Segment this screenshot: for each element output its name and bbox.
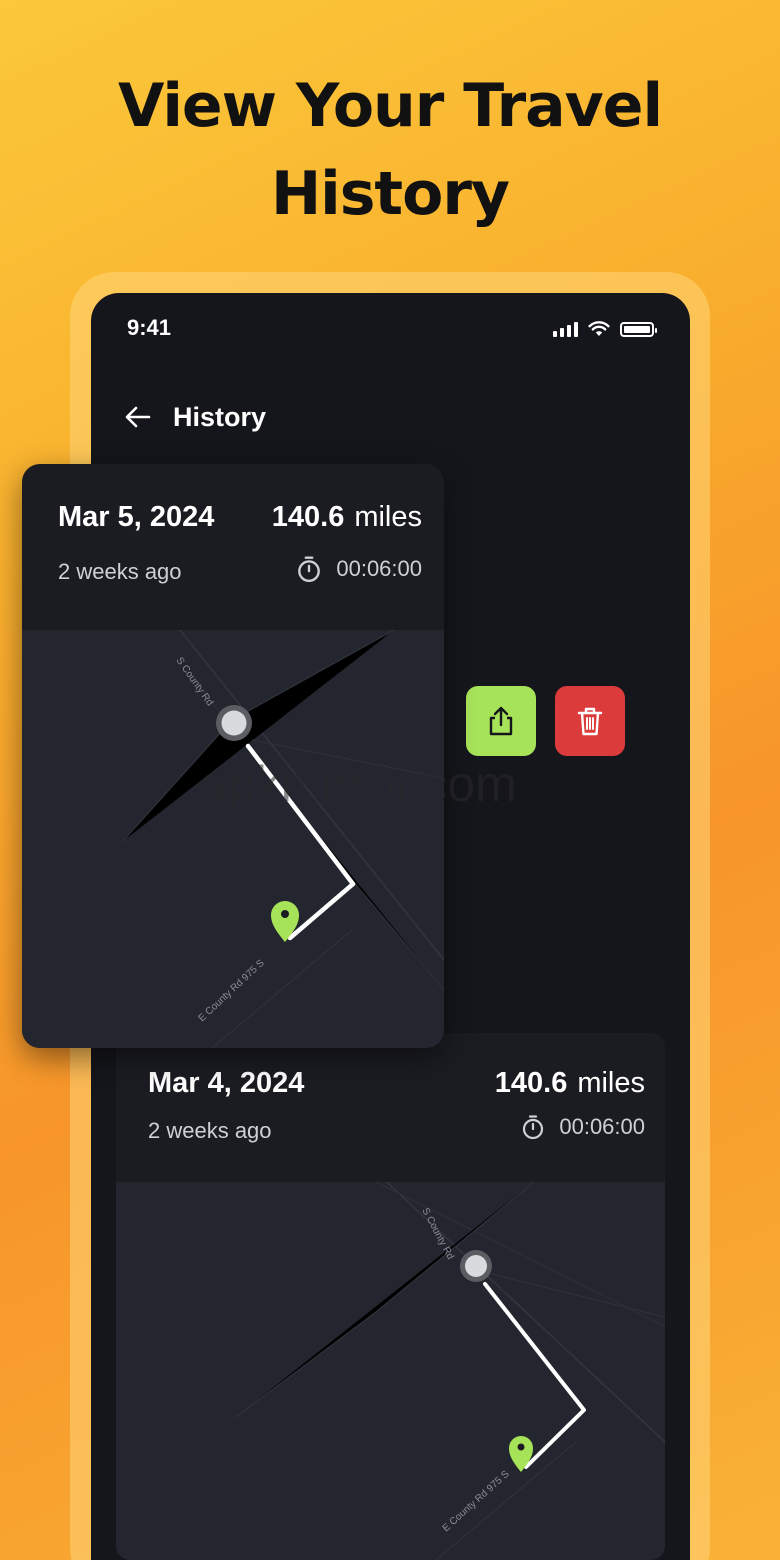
headline: View Your Travel History: [0, 62, 780, 238]
duration-value: 00:06:00: [559, 1114, 645, 1139]
trip-map[interactable]: S County Rd E County Rd 975 S: [22, 630, 444, 1048]
battery-icon: [620, 322, 657, 337]
wifi-icon: [588, 321, 610, 336]
road-label: S County Rd: [419, 1206, 455, 1261]
promo-background: View Your Travel History 9:41 History Ma…: [0, 0, 780, 1560]
duration-value: 00:06:00: [336, 556, 422, 581]
trip-relative-time: 2 weeks ago: [58, 559, 182, 584]
trip-distance: 140.6 miles: [272, 501, 422, 534]
trip-card[interactable]: Mar 4, 2024 140.6 miles 2 weeks ago 00:06…: [116, 1033, 665, 1560]
start-dot-icon: [216, 705, 252, 741]
trip-relative-time: 2 weeks ago: [148, 1118, 272, 1143]
status-icons: [553, 319, 657, 337]
nav-bar: History: [123, 397, 266, 437]
status-time: 9:41: [127, 315, 172, 340]
trip-date: Mar 4, 2024: [148, 1067, 305, 1099]
road-label: E County Rd 975 S: [197, 958, 267, 1025]
trash-icon: [577, 707, 603, 736]
distance-unit: miles: [577, 1067, 645, 1099]
stopwatch-icon: [298, 556, 321, 583]
share-icon: [489, 706, 513, 736]
page-title: History: [173, 401, 267, 432]
distance-value: 140.6: [271, 501, 345, 533]
distance-value: 140.6: [494, 1067, 568, 1099]
road-label: S County Rd: [174, 655, 216, 708]
trip-date: Mar 5, 2024: [58, 501, 215, 533]
headline-line-1: View Your Travel: [117, 71, 663, 141]
trip-distance: 140.6 miles: [495, 1067, 645, 1100]
watermark: apkmirror.com: [200, 756, 517, 812]
start-dot-icon: [460, 1250, 492, 1282]
map-canvas: S County Rd E County Rd 975 S: [121, 630, 444, 1048]
road-label: E County Rd 975 S: [441, 1469, 512, 1535]
stopwatch-icon: [523, 1115, 544, 1140]
distance-unit: miles: [354, 501, 422, 533]
headline-line-2: History: [270, 159, 510, 229]
arrow-left-icon[interactable]: [123, 402, 153, 432]
trip-duration: 00:06:00: [296, 555, 422, 583]
delete-button[interactable]: [555, 686, 625, 756]
trip-map[interactable]: S County Rd E County Rd 975 S: [116, 1182, 665, 1560]
map-canvas: S County Rd E County Rd 975 S: [235, 1182, 665, 1560]
signal-icon: [553, 321, 578, 337]
trip-duration: 00:06:00: [521, 1114, 645, 1140]
share-button[interactable]: [466, 686, 536, 756]
map-pin-icon: [509, 1436, 533, 1472]
